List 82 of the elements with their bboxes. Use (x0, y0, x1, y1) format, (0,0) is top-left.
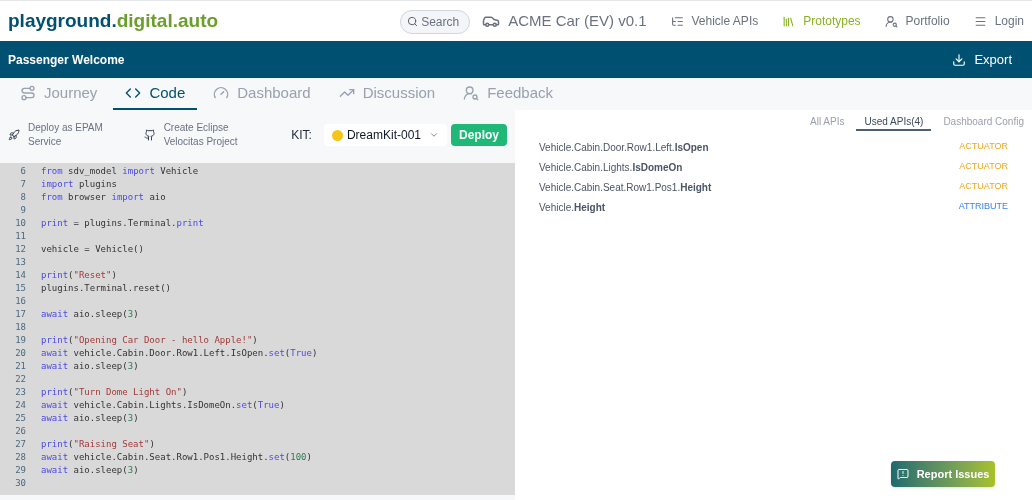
line-number: 11 (14, 229, 26, 243)
code-line: print("Reset") (41, 268, 117, 282)
books-icon (782, 14, 796, 28)
code-line: print("Turn Dome Light On") (41, 385, 188, 399)
code-line: from browser import aio (41, 190, 166, 204)
line-number: 20 (14, 346, 26, 360)
person-icon (463, 85, 480, 101)
line-number: 8 (19, 190, 26, 204)
line-number: 19 (14, 333, 26, 347)
api-tab[interactable]: Used APIs(4) (856, 114, 932, 131)
code-line: await vehicle.Cabin.Door.Row1.Left.IsOpen.set(True) (41, 346, 318, 360)
api-name[interactable]: Vehicle.Cabin.Seat.Row1.Pos1.Height (539, 179, 712, 195)
code-line: print("Opening Car Door - hello Apple!") (41, 333, 258, 347)
code-line: await aio.sleep(3) (41, 411, 139, 425)
feedback-icon (896, 468, 909, 480)
line-number: 27 (14, 437, 26, 451)
api-name[interactable]: Vehicle.Cabin.Lights.IsDomeOn (539, 159, 683, 175)
toolbar-action[interactable]: Create Eclipse Velocitas Project (143, 121, 268, 149)
line-number: 26 (14, 424, 26, 438)
line-number: 13 (14, 255, 26, 269)
api-type: ACTUATOR (959, 140, 1008, 154)
toolbar-action[interactable]: Deploy as EPAM Service (8, 121, 132, 149)
code-editor[interactable] (0, 163, 515, 495)
api-type: ACTUATOR (959, 180, 1008, 194)
code-line: await vehicle.Cabin.Seat.Row1.Pos1.Height.set(100) (41, 450, 312, 464)
line-number: 15 (14, 281, 26, 295)
api-type: ACTUATOR (959, 160, 1008, 174)
api-tab[interactable]: Dashboard Config (935, 114, 1032, 131)
code-line: from sdv_model import Vehicle (41, 164, 199, 178)
api-tab[interactable]: All APIs (802, 114, 853, 131)
line-number: 29 (14, 463, 26, 477)
code-line: vehicle = Vehicle() (41, 242, 144, 256)
line-number: 14 (14, 268, 26, 282)
api-name[interactable]: Vehicle.Height (539, 199, 606, 215)
route-icon (20, 85, 36, 101)
logo[interactable]: playground.digital.auto (8, 6, 219, 36)
line-number: 16 (14, 294, 26, 308)
line-number: 25 (14, 411, 26, 425)
line-number: 17 (14, 307, 26, 321)
list-icon (670, 14, 684, 28)
download-icon (952, 52, 967, 67)
code-icon (125, 85, 142, 101)
chevron-down-icon (429, 130, 439, 140)
line-number: 6 (19, 164, 26, 178)
api-name[interactable]: Vehicle.Cabin.Door.Row1.Left.IsOpen (539, 139, 709, 155)
search-icon (407, 15, 419, 27)
prototype-title: Passenger Welcome (8, 51, 125, 69)
nav-link[interactable]: Portfolio (884, 12, 950, 30)
kit-label: KIT: (291, 127, 312, 144)
line-number: 23 (14, 385, 26, 399)
code-line: await vehicle.Cabin.Lights.IsDomeOn.set(True) (41, 398, 285, 412)
line-number: 24 (14, 398, 26, 412)
nav-link[interactable]: Vehicle APIs (670, 12, 759, 30)
api-type: ATTRIBUTE (958, 200, 1008, 214)
code-line: print = plugins.Terminal.print (41, 216, 204, 230)
code-line: print("Raising Seat") (41, 437, 155, 451)
report-issues-button[interactable]: Report Issues (891, 461, 995, 487)
line-number: 9 (19, 203, 26, 217)
code-line: await aio.sleep(3) (41, 463, 139, 477)
line-number: 7 (19, 177, 26, 191)
export-button[interactable]: Export (952, 49, 1012, 70)
line-number: 21 (14, 359, 26, 373)
line-number: 18 (14, 320, 26, 334)
nav-link[interactable]: Prototypes (782, 12, 861, 30)
rocket-icon (8, 129, 20, 141)
line-number: 10 (14, 216, 26, 230)
code-line: import plugins (41, 177, 117, 191)
line-number: 22 (14, 372, 26, 386)
github-icon (143, 129, 156, 141)
kit-dropdown[interactable]: DreamKit-001 (323, 124, 447, 146)
nav-link[interactable]: Login (973, 12, 1024, 30)
line-number: 12 (14, 242, 26, 256)
line-number: 30 (14, 476, 26, 490)
code-line: await aio.sleep(3) (41, 359, 139, 373)
code-line: await aio.sleep(3) (41, 307, 139, 321)
person-icon (884, 14, 898, 28)
model-name[interactable]: ACME Car (EV) v0.1 (508, 9, 647, 33)
menu-icon (973, 14, 987, 28)
line-number: 28 (14, 450, 26, 464)
search-field[interactable]: Search (400, 9, 471, 34)
gauge-icon (213, 85, 230, 101)
code-line: plugins.Terminal.reset() (41, 281, 172, 295)
